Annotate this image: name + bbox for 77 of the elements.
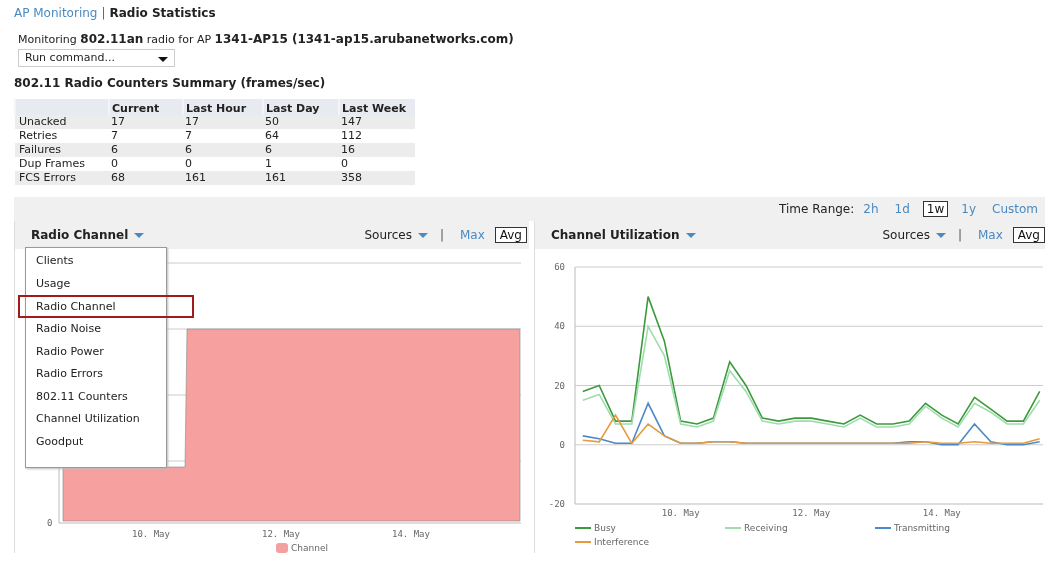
axis-label: 40 xyxy=(554,321,565,332)
legend-label: Interference xyxy=(594,537,650,547)
menu-item[interactable]: Channel Utilization xyxy=(26,408,166,431)
table-cell: 6 xyxy=(109,143,183,157)
table-cell: 0 xyxy=(183,157,263,171)
table-cell: 161 xyxy=(183,171,263,185)
menu-item[interactable]: Goodput xyxy=(26,430,166,453)
table-cell: 161 xyxy=(263,171,339,185)
caret-icon xyxy=(935,232,946,238)
column-header: Last Hour xyxy=(183,99,263,115)
table-cell: 6 xyxy=(183,143,263,157)
breadcrumb-separator: | xyxy=(101,6,106,20)
time-range-option[interactable]: 1w xyxy=(922,201,949,217)
axis-label: 60 xyxy=(554,262,565,272)
menu-item[interactable]: Clients xyxy=(26,250,166,273)
chart-selector[interactable]: Radio Channel xyxy=(31,228,129,242)
axis-label: -20 xyxy=(548,499,565,509)
breadcrumb-link[interactable]: AP Monitoring xyxy=(14,6,98,20)
menu-item[interactable]: Radio Errors xyxy=(26,363,166,386)
table-cell: 17 xyxy=(109,115,183,129)
axis-label: 12. May xyxy=(792,508,831,518)
caret-icon xyxy=(417,232,428,238)
table-cell: 50 xyxy=(263,115,339,129)
row-label: Unacked xyxy=(15,115,109,129)
axis-label: 0 xyxy=(47,518,53,528)
axis-label: 10. May xyxy=(132,529,170,539)
legend-label: Channel xyxy=(291,543,328,553)
row-label: FCS Errors xyxy=(15,171,109,185)
sources-dropdown[interactable]: Sources xyxy=(882,228,930,242)
legend-swatch xyxy=(276,543,288,553)
mode-option[interactable]: Avg xyxy=(494,227,527,243)
page-title: Radio Statistics xyxy=(109,6,216,20)
mode-option[interactable]: Avg xyxy=(1012,227,1045,243)
column-header: Last Week xyxy=(339,99,415,115)
column-header: Current xyxy=(109,99,183,115)
chart-selector[interactable]: Channel Utilization xyxy=(551,228,680,242)
legend-label: Busy xyxy=(594,523,616,533)
time-range-label: Time Range: xyxy=(779,202,855,216)
table-cell: 64 xyxy=(263,129,339,143)
menu-item[interactable]: Radio Power xyxy=(26,340,166,363)
axis-label: 14. May xyxy=(392,529,430,539)
table-cell: 0 xyxy=(339,157,415,171)
menu-item[interactable]: Usage xyxy=(26,272,166,295)
axis-label: 14. May xyxy=(922,508,961,518)
table-cell: 17 xyxy=(183,115,263,129)
table-cell: 7 xyxy=(109,129,183,143)
row-label: Retries xyxy=(15,129,109,143)
menu-item[interactable]: 802.11 Counters xyxy=(26,385,166,408)
run-command-dropdown[interactable]: Run command... xyxy=(18,49,175,67)
separator: | xyxy=(439,228,444,242)
menu-item[interactable]: Radio Noise xyxy=(26,318,166,341)
row-label: Dup Frames xyxy=(15,157,109,171)
caret-icon xyxy=(158,57,168,62)
table-cell: 6 xyxy=(263,143,339,157)
caret-icon xyxy=(685,232,696,238)
table-cell: 16 xyxy=(339,143,415,157)
axis-label: 12. May xyxy=(262,529,300,539)
table-cell: 147 xyxy=(339,115,415,129)
separator: | xyxy=(957,228,962,242)
section-title: 802.11 Radio Counters Summary (frames/sec) xyxy=(14,76,327,90)
table-cell: 358 xyxy=(339,171,415,185)
axis-label: 0 xyxy=(559,439,565,450)
legend-label: Receiving xyxy=(744,523,788,533)
menu-item[interactable]: Radio Channel xyxy=(18,295,194,318)
monitoring-description: Monitoring 802.11an radio for AP 1341-AP15 (1341-ap15.arubanetworks.com) xyxy=(17,32,515,46)
axis-label: 20 xyxy=(554,380,565,391)
table-cell: 68 xyxy=(109,171,183,185)
table-cell: 112 xyxy=(339,129,415,143)
table-cell: 7 xyxy=(183,129,263,143)
column-header: Last Day xyxy=(263,99,339,115)
sources-dropdown[interactable]: Sources xyxy=(364,228,412,242)
legend-label: Transmitting xyxy=(894,523,951,533)
table-cell: 1 xyxy=(263,157,339,171)
table-cell: 0 xyxy=(109,157,183,171)
row-label: Failures xyxy=(15,143,109,157)
axis-label: 10. May xyxy=(661,508,700,518)
caret-icon xyxy=(134,232,145,238)
